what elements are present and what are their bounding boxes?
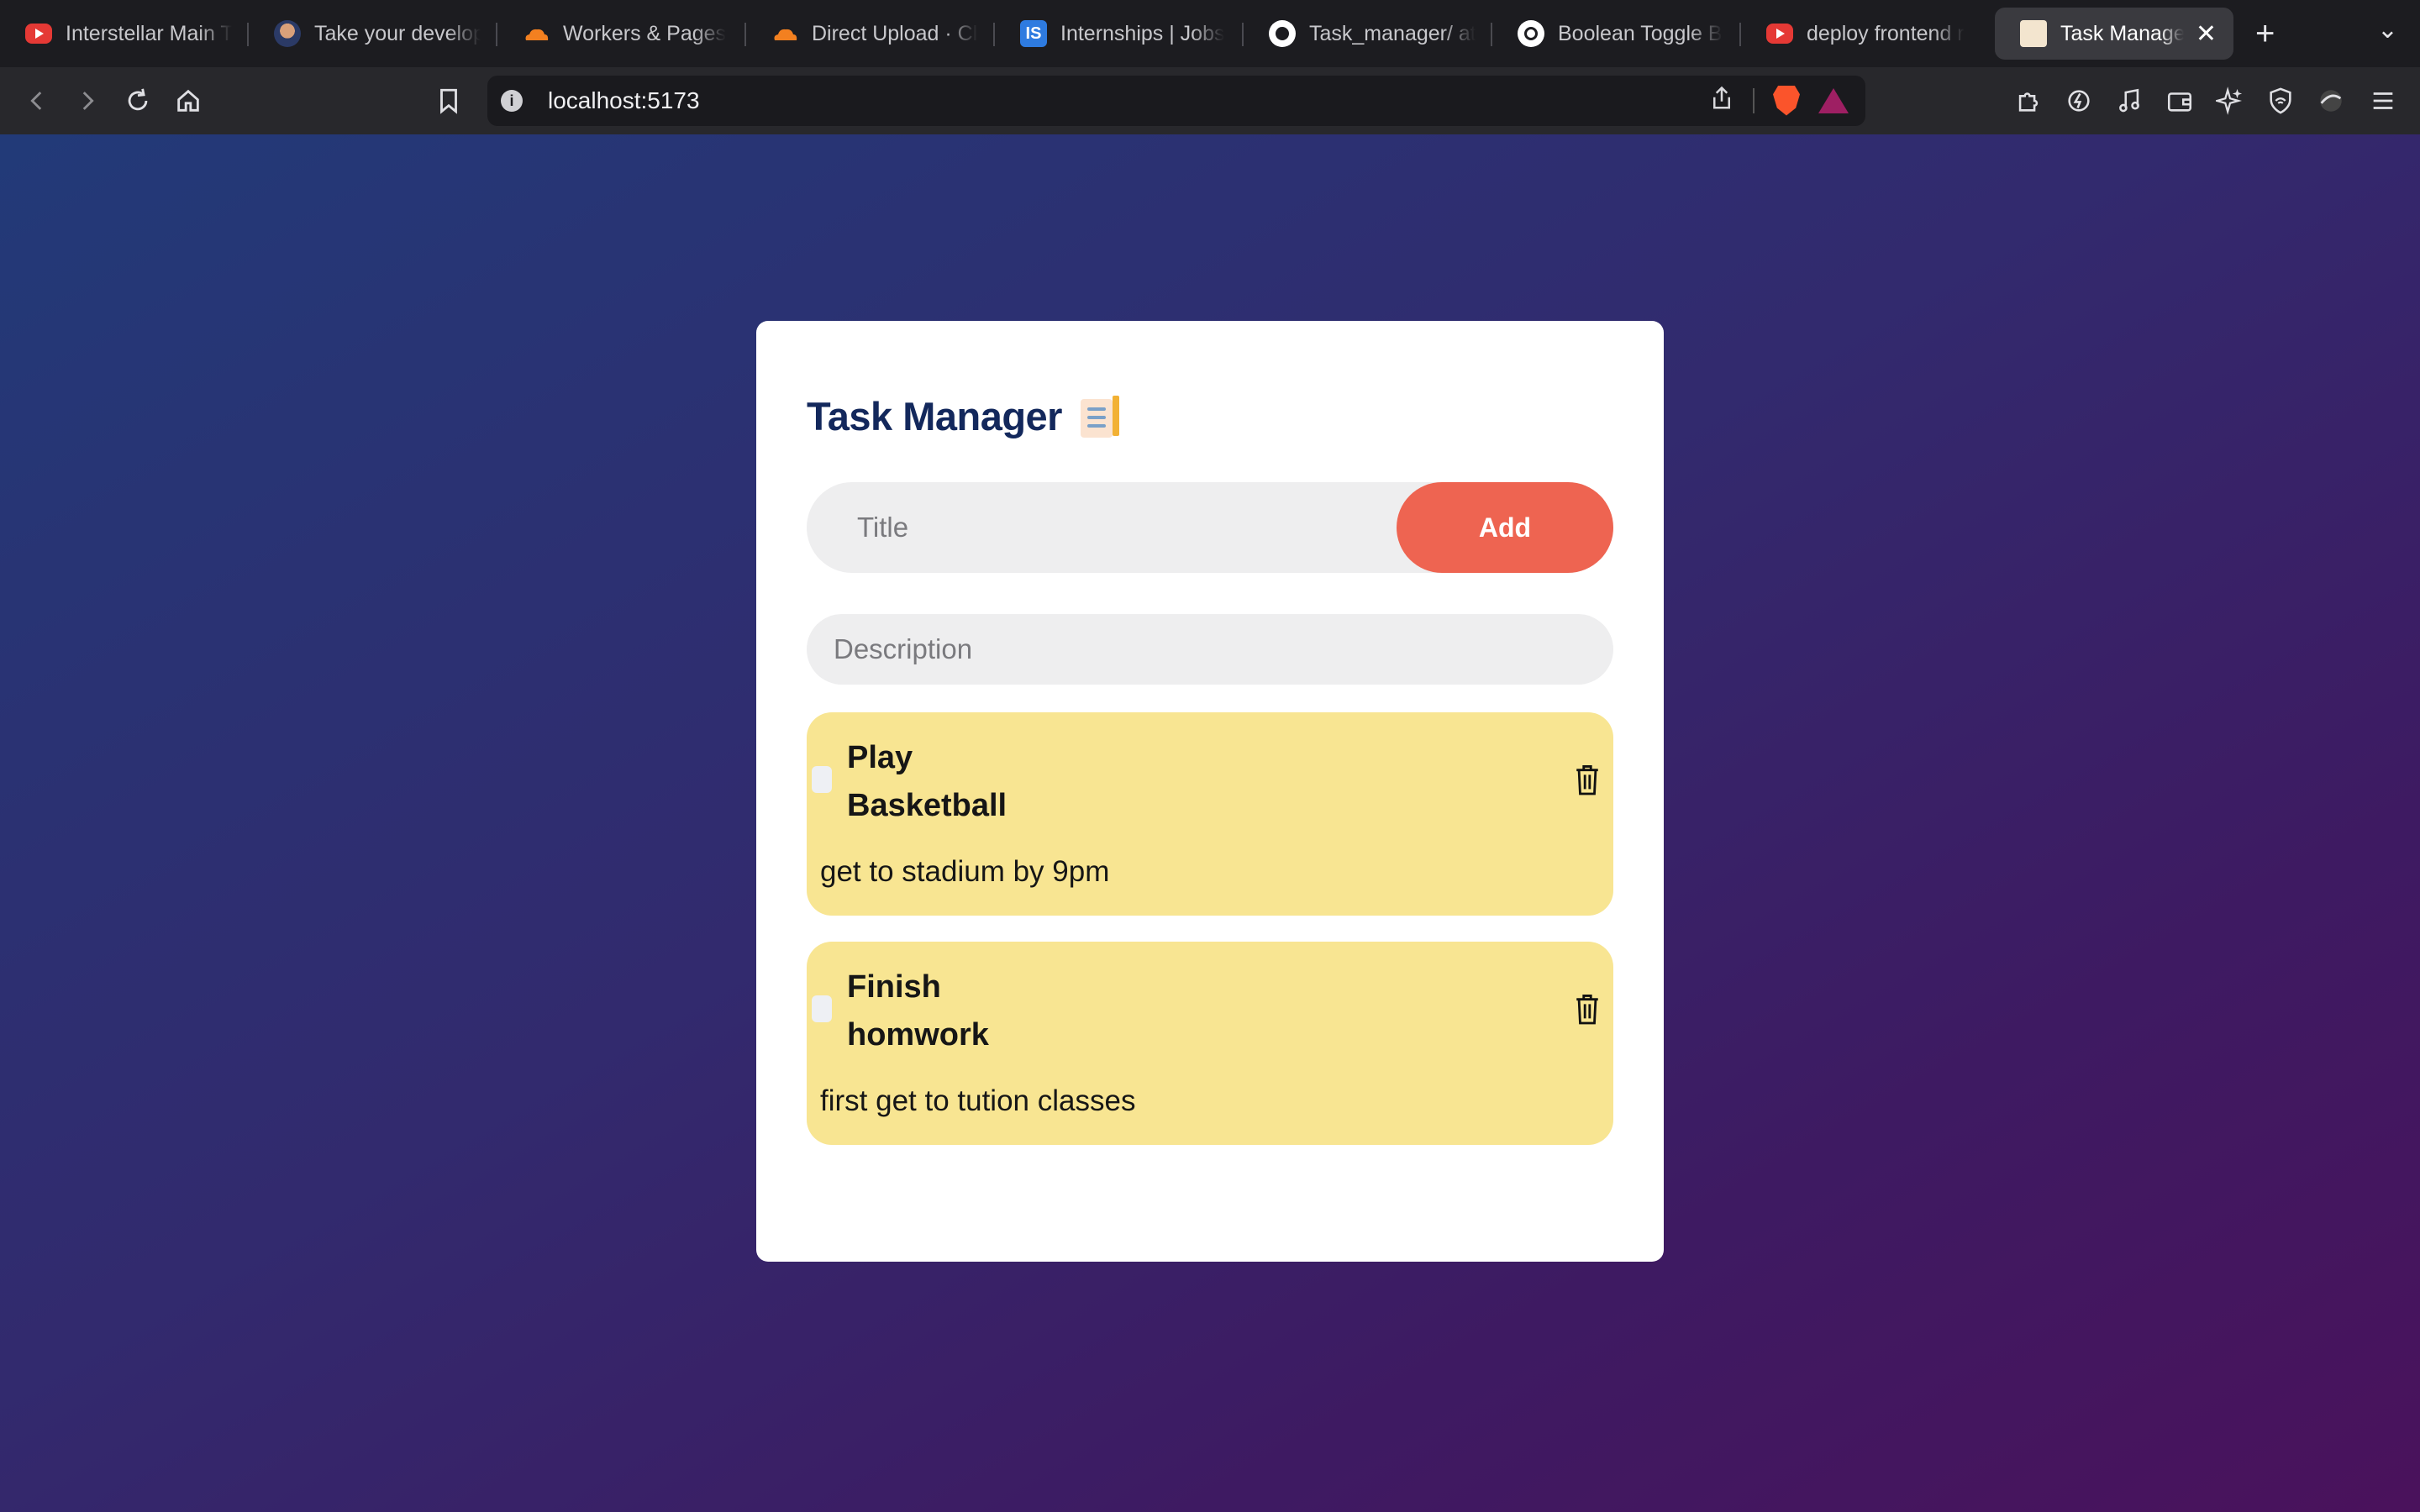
add-button[interactable]: Add: [1397, 482, 1613, 573]
url-text[interactable]: localhost:5173: [548, 87, 700, 114]
tab-workers-pages[interactable]: Workers & Pages: [497, 8, 746, 60]
tab-task-manager[interactable]: Task Manager ✕: [1995, 8, 2233, 60]
home-icon[interactable]: [171, 84, 205, 118]
bookmark-icon[interactable]: [432, 84, 466, 118]
add-task-row: Add: [807, 482, 1613, 573]
task-title: Play Basketball: [847, 740, 1007, 823]
clipboard-emoji-icon: [1080, 395, 1119, 438]
page-viewport: Task Manager Add Play Basketball get to …: [0, 134, 2420, 1512]
music-icon[interactable]: [2112, 84, 2146, 118]
new-tab-icon[interactable]: +: [2255, 15, 2275, 53]
cloudflare-icon: [523, 20, 550, 47]
description-input[interactable]: [807, 614, 1613, 685]
leo-icon[interactable]: [2062, 84, 2096, 118]
github-icon: [1269, 20, 1296, 47]
trash-icon[interactable]: [1573, 992, 1602, 1026]
tab-github[interactable]: Task_manager/ at: [1244, 8, 1492, 60]
site-info-icon[interactable]: i: [501, 90, 523, 112]
tab-deploy-frontend[interactable]: deploy frontend r: [1741, 8, 1990, 60]
cloudflare-icon: [771, 20, 798, 47]
task-manager-card: Task Manager Add Play Basketball get to …: [756, 321, 1664, 1262]
reload-icon[interactable]: [121, 84, 155, 118]
close-tab-icon[interactable]: ✕: [2196, 19, 2217, 49]
tab-boolean-toggle[interactable]: Boolean Toggle B: [1492, 8, 1741, 60]
task-card: Finish homwork first get to tution class…: [807, 942, 1613, 1145]
avatar-icon: [274, 20, 301, 47]
vpn-shield-icon[interactable]: [2264, 84, 2297, 118]
menu-icon[interactable]: [2366, 84, 2400, 118]
youtube-icon: [25, 24, 52, 44]
task-title: Finish homwork: [847, 969, 989, 1053]
wallet-icon[interactable]: [2163, 84, 2196, 118]
forward-icon[interactable]: [71, 84, 104, 118]
back-icon[interactable]: [20, 84, 54, 118]
tab-internships[interactable]: IS Internships | Jobs: [995, 8, 1244, 60]
address-bar[interactable]: i localhost:5173: [487, 76, 1865, 126]
youtube-icon: [1766, 24, 1793, 44]
task-description: first get to tution classes: [820, 1084, 1136, 1117]
ai-sparkle-icon[interactable]: [2213, 84, 2247, 118]
brave-rewards-icon[interactable]: [1818, 87, 1849, 113]
page-title: Task Manager: [807, 393, 1119, 439]
title-input[interactable]: [807, 482, 1395, 573]
tab-interstellar[interactable]: Interstellar Main Theme: [0, 8, 249, 60]
task-checkbox[interactable]: [812, 995, 832, 1022]
tab-direct-upload[interactable]: Direct Upload · Cloudflare: [746, 8, 995, 60]
profile-icon[interactable]: [2314, 84, 2348, 118]
openai-icon: [1518, 20, 1544, 47]
browser-toolbar: i localhost:5173: [0, 67, 2420, 135]
brave-shields-icon[interactable]: [1773, 85, 1800, 116]
tab-take-your-developer[interactable]: Take your developer: [249, 8, 497, 60]
trash-icon[interactable]: [1573, 763, 1602, 796]
task-manager-favicon: [2020, 20, 2047, 47]
chevron-down-icon[interactable]: ⌄: [2377, 15, 2398, 45]
extensions-icon[interactable]: [2012, 84, 2045, 118]
task-card: Play Basketball get to stadium by 9pm: [807, 712, 1613, 916]
task-description: get to stadium by 9pm: [820, 855, 1110, 888]
internshala-icon: IS: [1020, 20, 1047, 47]
share-icon[interactable]: [1709, 84, 1734, 117]
task-checkbox[interactable]: [812, 766, 832, 793]
tab-strip: Interstellar Main Theme Take your develo…: [0, 0, 2420, 67]
